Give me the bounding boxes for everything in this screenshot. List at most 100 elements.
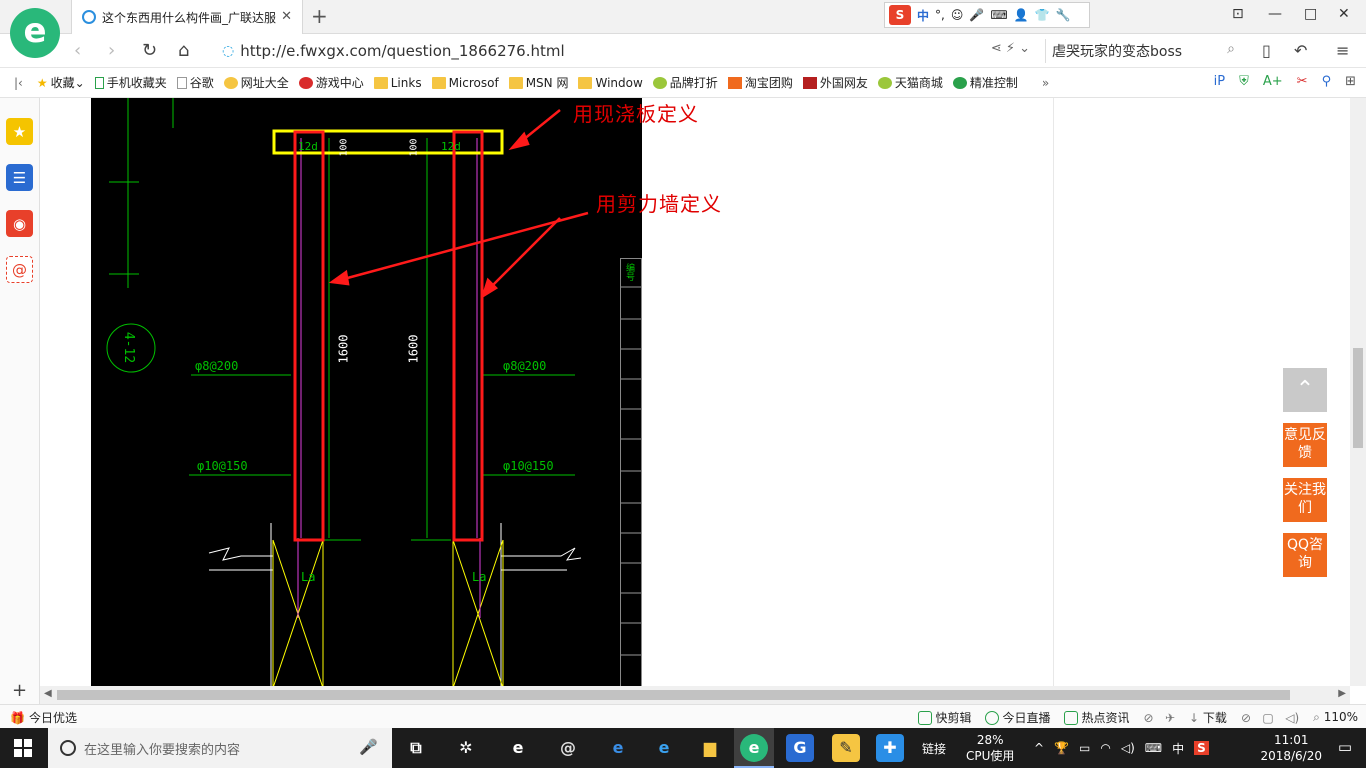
bookmark-item[interactable]: 谷歌: [176, 74, 214, 91]
new-tab-button[interactable]: +: [311, 4, 328, 28]
scroll-thumb[interactable]: [57, 690, 1290, 700]
ie-icon[interactable]: e: [650, 734, 678, 762]
horizontal-scrollbar[interactable]: ◀ ▶: [40, 686, 1350, 704]
forward-button[interactable]: ›: [108, 40, 115, 61]
news-icon[interactable]: ☰: [6, 164, 33, 191]
swirl-icon[interactable]: @: [554, 734, 582, 762]
browser-logo-icon[interactable]: e: [10, 8, 60, 58]
scroll-right-icon[interactable]: ▶: [1338, 688, 1346, 699]
menu-icon[interactable]: ≡: [1336, 41, 1349, 60]
keyboard-icon[interactable]: ⌨: [1145, 741, 1162, 755]
bookmark-item[interactable]: 品牌打折: [652, 74, 718, 91]
follow-button[interactable]: 关注我们: [1283, 478, 1327, 522]
sogou-tray-icon[interactable]: S: [1194, 741, 1209, 755]
shirt-icon[interactable]: 👕: [1035, 8, 1050, 22]
mobile-icon[interactable]: ▯: [1262, 41, 1271, 60]
trophy-icon[interactable]: 🏆: [1054, 741, 1069, 755]
remote-icon[interactable]: ✚: [876, 734, 904, 762]
refresh-button[interactable]: ↻: [142, 40, 157, 61]
wrench-icon[interactable]: 🔧: [1056, 8, 1071, 22]
windows-start-icon[interactable]: [14, 739, 32, 757]
more-bookmarks-icon[interactable]: »: [1042, 76, 1049, 90]
mail-icon[interactable]: @: [6, 256, 33, 283]
bookmark-item[interactable]: Window: [578, 76, 643, 90]
battery-icon[interactable]: ▭: [1079, 741, 1090, 755]
back-to-top-button[interactable]: ⌃: [1283, 368, 1327, 412]
search-icon[interactable]: ⌕: [1227, 41, 1235, 57]
ip-icon[interactable]: iP: [1214, 74, 1225, 89]
status-item[interactable]: 今日直播: [985, 709, 1050, 726]
ime-indicator[interactable]: 中: [1172, 740, 1184, 757]
close-window-button[interactable]: ✕: [1338, 6, 1350, 22]
qq-button[interactable]: QQ咨询: [1283, 533, 1327, 577]
clock[interactable]: 11:01 2018/6/20: [1260, 732, 1322, 764]
shield-icon[interactable]: ⛨: [1239, 74, 1249, 89]
feedback-button[interactable]: 意见反馈: [1283, 423, 1327, 467]
maximize-button[interactable]: □: [1304, 6, 1317, 22]
edge-legacy-icon[interactable]: e: [504, 734, 532, 762]
tool-icons[interactable]: ⊘ ✈: [1143, 711, 1175, 725]
status-item[interactable]: 热点资讯: [1064, 709, 1129, 726]
search-input[interactable]: 虐哭玩家的变态boss ⌕: [1045, 39, 1241, 63]
bookmark-item[interactable]: MSN 网: [508, 74, 568, 91]
zoom-level[interactable]: ⌕ 110%: [1313, 710, 1358, 725]
file-explorer-icon[interactable]: ▆: [696, 734, 724, 762]
home-button[interactable]: ⌂: [178, 40, 189, 61]
vertical-scrollbar[interactable]: [1350, 98, 1366, 686]
bookmark-item[interactable]: 精准控制: [952, 74, 1018, 91]
minimize-button[interactable]: —: [1268, 6, 1282, 22]
link-toolbar[interactable]: 链接: [922, 728, 946, 768]
bookmark-item[interactable]: 手机收藏夹: [94, 74, 167, 91]
notes-icon[interactable]: ✎: [832, 734, 860, 762]
weibo-icon[interactable]: ◉: [6, 210, 33, 237]
status-item[interactable]: 快剪辑: [918, 709, 971, 726]
bookmark-item[interactable]: Microsof: [431, 76, 499, 90]
bookmark-item[interactable]: 游戏中心: [298, 74, 364, 91]
browser-app-icon[interactable]: e: [740, 734, 768, 762]
scissors-icon[interactable]: ✂: [1297, 74, 1308, 89]
favorites-icon[interactable]: ★: [6, 118, 33, 145]
sidebar-toggle-icon[interactable]: |‹: [14, 76, 23, 90]
wifi-icon[interactable]: ◠: [1100, 741, 1110, 755]
person-icon[interactable]: 👤: [1014, 8, 1029, 22]
edge-icon[interactable]: e: [604, 734, 632, 762]
sogou-icon[interactable]: S: [889, 5, 911, 25]
scroll-left-icon[interactable]: ◀: [44, 688, 52, 699]
tray-expand-icon[interactable]: ^: [1034, 741, 1044, 755]
volume-icon[interactable]: ◁): [1121, 741, 1135, 755]
daily-pick[interactable]: 🎁 今日优选: [10, 709, 77, 726]
bookmark-item[interactable]: Links: [373, 76, 422, 90]
punct-icon[interactable]: °,: [935, 8, 945, 22]
pin-icon[interactable]: ⊡: [1232, 6, 1244, 22]
scroll-thumb[interactable]: [1353, 348, 1363, 448]
notification-icon[interactable]: ▭: [1338, 738, 1352, 756]
bookmark-item[interactable]: 天猫商城: [877, 74, 943, 91]
share-icon[interactable]: ⋖ ⚡ ⌄: [991, 41, 1030, 56]
url-text[interactable]: http://e.fwxgx.com/question_1866276.html: [240, 42, 564, 60]
mic-icon[interactable]: 🎤: [359, 738, 378, 756]
bookmark-item[interactable]: 淘宝团购: [727, 74, 793, 91]
apps-icon[interactable]: ⊞: [1345, 74, 1356, 89]
tab-close-icon[interactable]: ✕: [281, 9, 292, 24]
task-view-icon[interactable]: ⧉: [402, 734, 430, 762]
smile-icon[interactable]: ☺: [951, 8, 964, 22]
status-item[interactable]: ↓ 下载: [1189, 709, 1227, 726]
glodon-icon[interactable]: G: [786, 734, 814, 762]
bookmark-item[interactable]: ★ 收藏 ⌄: [37, 74, 85, 91]
back-button[interactable]: ‹: [74, 40, 81, 61]
keyboard-icon[interactable]: ⌨: [990, 8, 1007, 22]
misc-icons[interactable]: ⊘ ▢ ◁): [1241, 711, 1299, 725]
pinwheel-icon[interactable]: ✲: [452, 734, 480, 762]
bookmark-item[interactable]: 网址大全: [223, 74, 289, 91]
cpu-meter[interactable]: 28% CPU使用: [966, 732, 1014, 764]
browser-tab[interactable]: 这个东西用什么构件画_广联达服 ✕: [71, 0, 303, 34]
translate-icon[interactable]: A+: [1263, 74, 1283, 89]
taskbar-search[interactable]: 在这里输入你要搜索的内容 🎤: [48, 728, 392, 768]
url-field[interactable]: ◌ http://e.fwxgx.com/question_1866276.ht…: [222, 39, 1038, 63]
search-query[interactable]: 虐哭玩家的变态boss: [1052, 41, 1182, 61]
add-icon[interactable]: +: [12, 680, 27, 701]
bookmark-item[interactable]: 外国网友: [802, 74, 868, 91]
ime-mode-label[interactable]: 中: [917, 7, 929, 24]
mic-icon[interactable]: 🎤: [969, 8, 984, 22]
magnifier-icon[interactable]: ⚲: [1322, 74, 1332, 89]
